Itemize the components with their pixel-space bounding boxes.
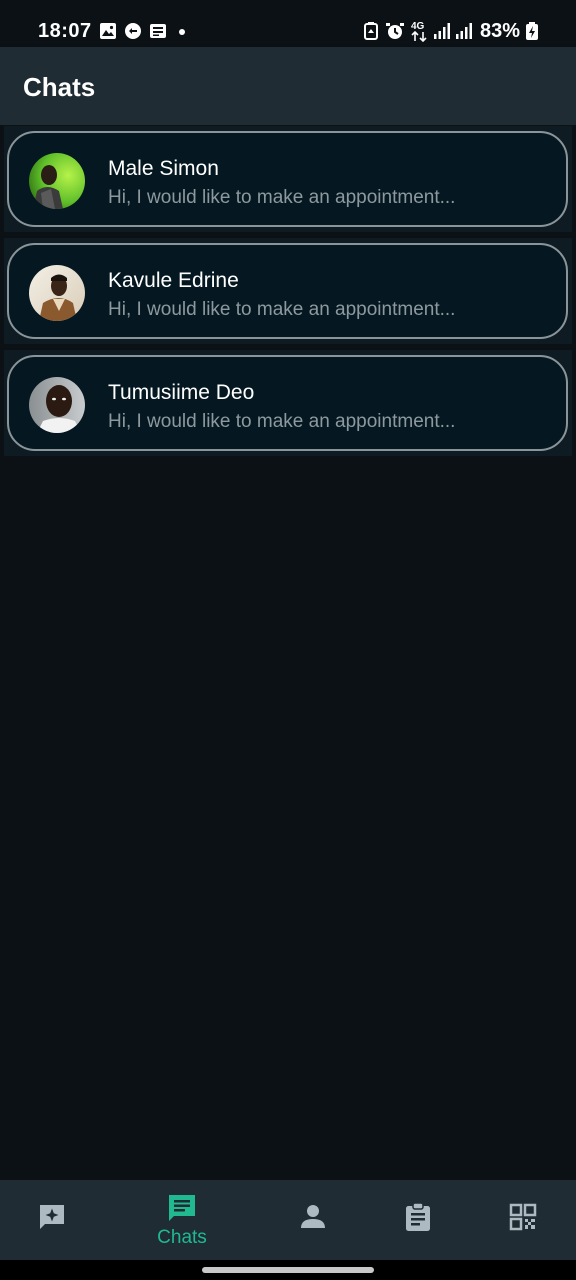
nav-chats[interactable]: Chats — [130, 1180, 234, 1260]
nav-chats-label: Chats — [157, 1227, 207, 1248]
gallery-icon — [99, 22, 117, 40]
status-time: 18:07 — [38, 20, 92, 42]
person-icon — [301, 1205, 325, 1228]
network-4g-icon: 4G — [410, 20, 430, 43]
clipboard-icon — [406, 1202, 430, 1231]
gesture-handle[interactable] — [202, 1267, 374, 1273]
status-bar: 18:07 4G 83% — [0, 0, 576, 47]
chat-preview: Hi, I would like to make an appointment.… — [108, 411, 456, 432]
nav-ai-chat[interactable] — [0, 1180, 104, 1260]
chats-screen: 18:07 4G 83% Chats Male Simon Hi, I woul… — [0, 0, 576, 1280]
avatar[interactable] — [29, 377, 85, 433]
app-notification-icon — [124, 22, 142, 40]
chat-icon — [169, 1195, 195, 1221]
avatar[interactable] — [29, 153, 85, 209]
signal-icon — [455, 22, 473, 40]
signal-icon — [433, 22, 451, 40]
chat-preview: Hi, I would like to make an appointment.… — [108, 299, 456, 320]
gesture-navigation-area — [0, 1260, 576, 1280]
chat-item-kavule-edrine[interactable]: Kavule Edrine Hi, I would like to make a… — [7, 243, 568, 339]
nav-qr-code[interactable] — [471, 1180, 575, 1260]
app-bar: Chats — [0, 47, 576, 125]
battery-percent: 83% — [480, 20, 521, 42]
alarm-icon — [386, 22, 404, 40]
ai-chat-icon — [40, 1205, 64, 1229]
message-notification-icon — [149, 22, 167, 40]
battery-charging-icon — [525, 22, 539, 40]
chat-item-male-simon[interactable]: Male Simon Hi, I would like to make an a… — [7, 131, 568, 227]
list-item: Kavule Edrine Hi, I would like to make a… — [4, 238, 572, 344]
bottom-navigation: Chats — [0, 1180, 576, 1260]
qr-code-icon — [509, 1203, 537, 1231]
list-item: Tumusiime Deo Hi, I would like to make a… — [4, 350, 572, 456]
nav-profile[interactable] — [261, 1180, 365, 1260]
chat-name: Male Simon — [108, 157, 219, 180]
chat-name: Kavule Edrine — [108, 269, 239, 292]
dot-icon — [177, 22, 195, 40]
avatar[interactable] — [29, 265, 85, 321]
chat-preview: Hi, I would like to make an appointment.… — [108, 187, 456, 208]
nav-appointments[interactable] — [366, 1180, 470, 1260]
battery-saver-icon — [363, 22, 381, 40]
chat-name: Tumusiime Deo — [108, 381, 255, 404]
list-item: Male Simon Hi, I would like to make an a… — [4, 126, 572, 232]
chat-item-tumusiime-deo[interactable]: Tumusiime Deo Hi, I would like to make a… — [7, 355, 568, 451]
page-title: Chats — [23, 72, 96, 102]
network-type-text: 4G — [411, 21, 425, 32]
